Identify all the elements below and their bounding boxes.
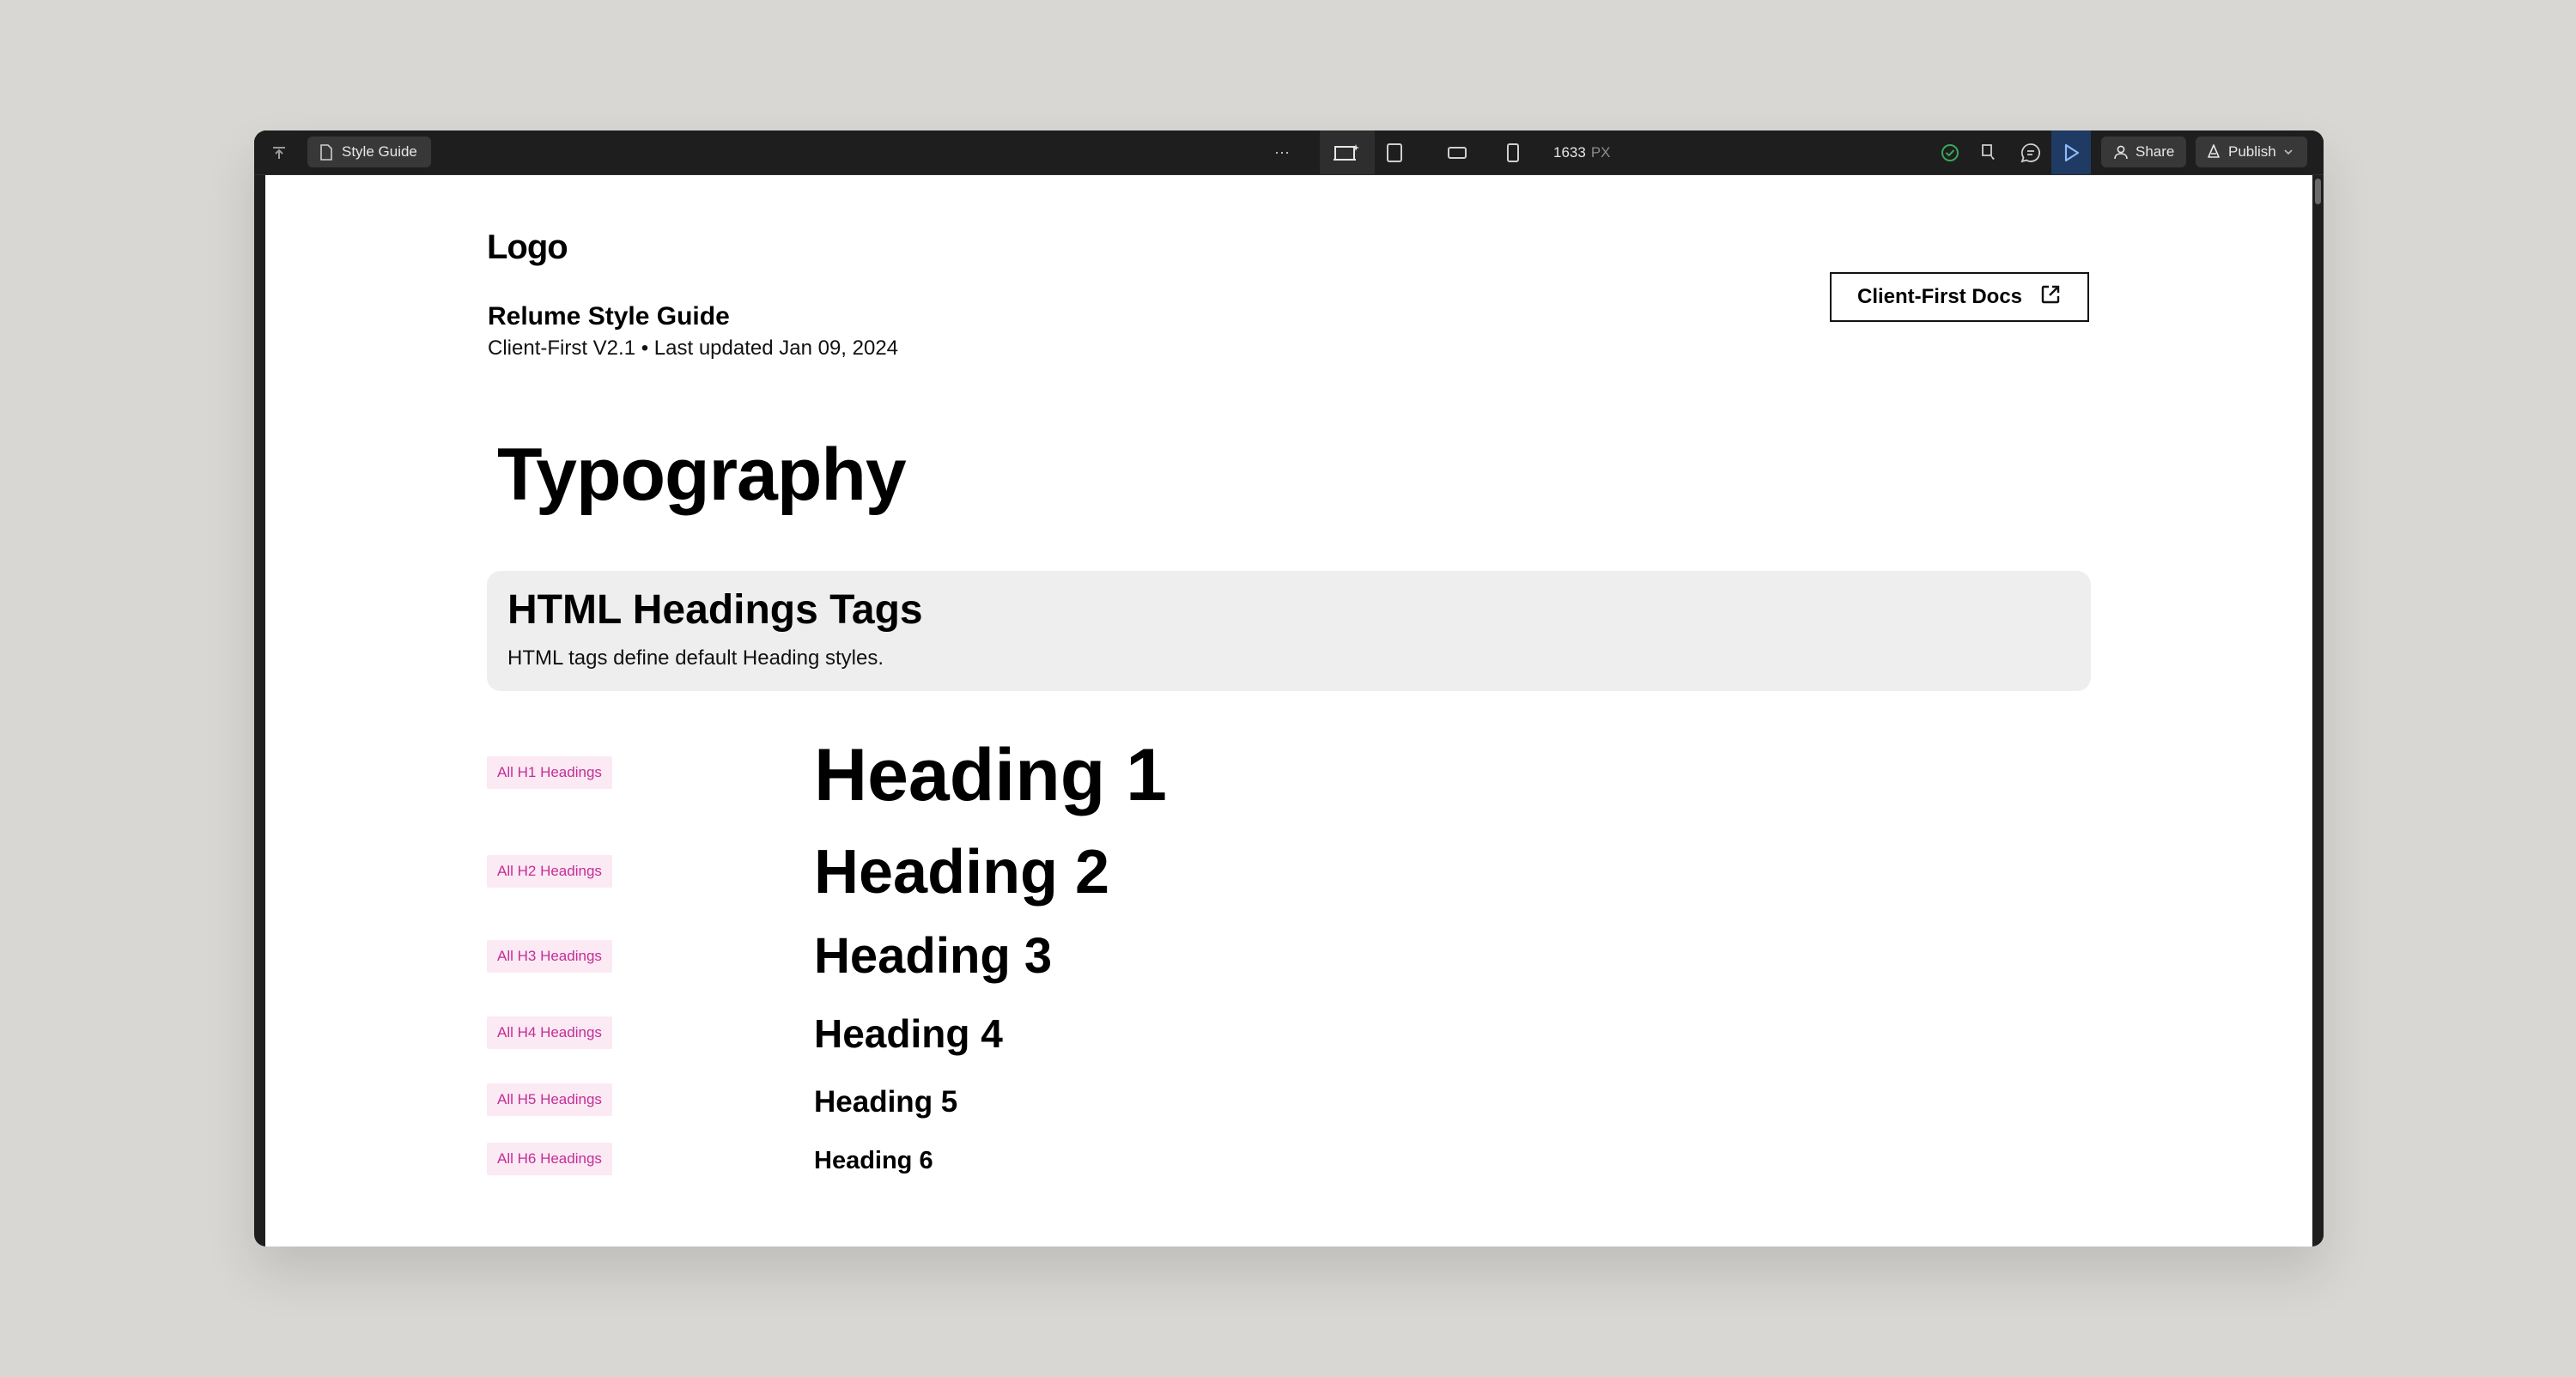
publish-label: Publish: [2228, 143, 2276, 160]
tag-h6[interactable]: All H6 Headings: [487, 1143, 612, 1175]
tag-h3[interactable]: All H3 Headings: [487, 940, 612, 973]
share-label: Share: [2136, 143, 2175, 160]
comment-icon[interactable]: [2020, 130, 2042, 174]
top-toolbar: Style Guide ··· 1633 PX Share Publish: [254, 130, 2324, 175]
user-icon: [2113, 144, 2129, 160]
tag-h1[interactable]: All H1 Headings: [487, 756, 612, 789]
tag-h2[interactable]: All H2 Headings: [487, 855, 612, 888]
editor-window: Style Guide ··· 1633 PX Share Publish Lo…: [254, 130, 2324, 1247]
style-guide-subtitle: Client-First V2.1 • Last updated Jan 09,…: [488, 337, 899, 360]
heading-3-sample: Heading 3: [814, 928, 1053, 984]
mobile-portrait-icon[interactable]: [1506, 130, 1520, 174]
share-button[interactable]: Share: [2101, 136, 2187, 167]
scrollbar-thumb[interactable]: [2315, 179, 2321, 204]
desktop-breakpoint-icon[interactable]: [1320, 130, 1375, 174]
site-logo: Logo: [487, 228, 568, 266]
canvas-scrollbar[interactable]: [2312, 175, 2324, 1247]
docs-button-label: Client-First Docs: [1856, 285, 2023, 308]
design-canvas[interactable]: Logo Relume Style Guide Client-First V2.…: [265, 175, 2312, 1247]
play-icon: [2063, 143, 2080, 162]
width-value: 1633: [1553, 143, 1586, 161]
card-title: HTML Headings Tags: [507, 587, 923, 633]
width-unit: PX: [1590, 143, 1611, 161]
card-description: HTML tags define default Heading styles.: [507, 646, 884, 670]
design-mode-icon[interactable]: [1979, 130, 2000, 174]
heading-5-sample: Heading 5: [814, 1085, 958, 1119]
tag-h5[interactable]: All H5 Headings: [487, 1083, 612, 1116]
page-selector[interactable]: Style Guide: [307, 136, 431, 167]
more-options-button[interactable]: ···: [1274, 130, 1290, 174]
external-link-icon: [2039, 283, 2062, 312]
tablet-icon[interactable]: [1386, 130, 1403, 174]
width-readout[interactable]: 1633 PX: [1553, 130, 1611, 174]
rocket-icon: [2206, 144, 2221, 160]
tag-h4[interactable]: All H4 Headings: [487, 1016, 612, 1049]
heading-6-sample: Heading 6: [814, 1147, 933, 1174]
heading-2-sample: Heading 2: [814, 838, 1110, 907]
typography-title: Typography: [497, 434, 907, 516]
heading-4-sample: Heading 4: [814, 1011, 1003, 1056]
preview-button[interactable]: [2051, 130, 2091, 174]
heading-1-sample: Heading 1: [814, 734, 1167, 816]
page-icon: [319, 143, 333, 161]
page-name: Style Guide: [342, 143, 417, 160]
chevron-down-icon: [2283, 147, 2293, 157]
headings-info-card: HTML Headings Tags HTML tags define defa…: [487, 571, 2091, 691]
publish-button[interactable]: Publish: [2196, 136, 2307, 167]
style-guide-title: Relume Style Guide: [488, 302, 730, 331]
mobile-landscape-icon[interactable]: [1447, 130, 1467, 174]
client-first-docs-button[interactable]: Client-First Docs: [1830, 272, 2089, 322]
arrow-up-to-line-icon[interactable]: [270, 130, 289, 174]
check-circle-icon[interactable]: [1940, 130, 1960, 174]
